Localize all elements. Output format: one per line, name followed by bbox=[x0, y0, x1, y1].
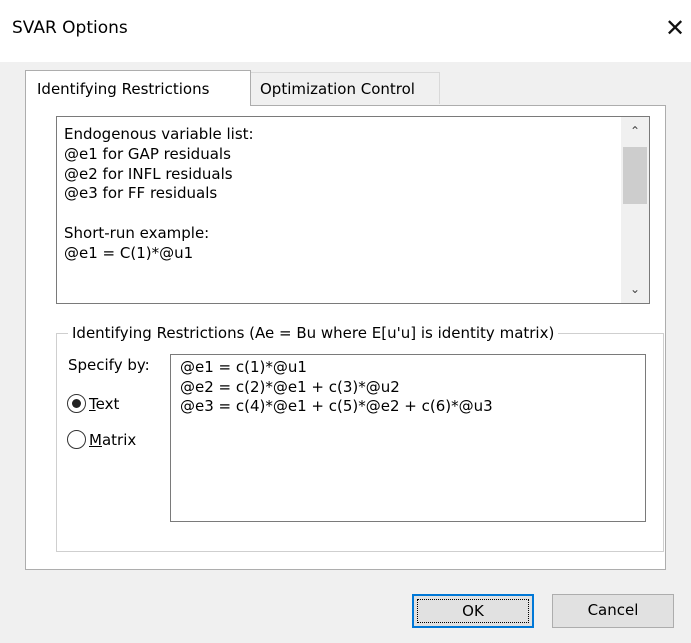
restrictions-lines: @e1 = c(1)*@u1 @e2 = c(2)*@e1 + c(3)*@u2… bbox=[180, 358, 493, 417]
radio-text[interactable]: Text bbox=[67, 394, 119, 413]
restriction-line: @e3 = c(4)*@e1 + c(5)*@e2 + c(6)*@u3 bbox=[180, 397, 493, 416]
info-line: @e1 for GAP residuals bbox=[64, 144, 231, 163]
scroll-up-icon[interactable]: ⌃ bbox=[621, 117, 649, 145]
restrictions-text-input[interactable]: @e1 = c(1)*@u1 @e2 = c(2)*@e1 + c(3)*@u2… bbox=[170, 354, 646, 522]
ok-button[interactable]: OK bbox=[412, 594, 534, 628]
radio-matrix[interactable]: Matrix bbox=[67, 430, 136, 449]
info-line: @e3 for FF residuals bbox=[64, 184, 218, 203]
variable-info-textbox[interactable]: Endogenous variable list: @e1 for GAP re… bbox=[56, 116, 650, 304]
info-line: Endogenous variable list: bbox=[64, 125, 254, 143]
restriction-line: @e1 = c(1)*@u1 bbox=[180, 358, 307, 376]
cancel-button[interactable]: Cancel bbox=[552, 594, 674, 628]
info-line bbox=[64, 204, 254, 224]
tab-identifying-restrictions[interactable]: Identifying Restrictions bbox=[25, 70, 251, 106]
info-line: @e1 = C(1)*@u1 bbox=[64, 243, 194, 262]
title-bar: SVAR Options ✕ bbox=[0, 0, 691, 62]
window-title: SVAR Options bbox=[12, 18, 128, 38]
scroll-down-icon[interactable]: ⌄ bbox=[621, 275, 649, 303]
scroll-thumb[interactable] bbox=[623, 147, 647, 204]
specify-by-label: Specify by: bbox=[68, 356, 150, 374]
group-legend: Identifying Restrictions (Ae = Bu where … bbox=[68, 322, 559, 344]
dialog-client: Identifying Restrictions Optimization Co… bbox=[0, 62, 691, 643]
tab-panel: Endogenous variable list: @e1 for GAP re… bbox=[25, 105, 666, 570]
radio-selected-icon[interactable] bbox=[67, 394, 86, 413]
radio-text-label: Text bbox=[89, 394, 120, 413]
variable-info-lines: Endogenous variable list: @e1 for GAP re… bbox=[64, 125, 254, 264]
info-line: @e2 for INFL residuals bbox=[64, 164, 233, 183]
radio-unselected-icon[interactable] bbox=[67, 430, 86, 449]
identifying-restrictions-group: Identifying Restrictions (Ae = Bu where … bbox=[56, 322, 664, 552]
close-icon[interactable]: ✕ bbox=[658, 12, 691, 44]
tab-optimization-control[interactable]: Optimization Control bbox=[250, 72, 440, 104]
radio-matrix-label: Matrix bbox=[89, 430, 137, 449]
focus-rect bbox=[417, 599, 529, 623]
info-line: Short-run example: bbox=[64, 223, 210, 242]
vertical-scrollbar[interactable]: ⌃ ⌄ bbox=[621, 117, 649, 303]
restriction-line: @e2 = c(2)*@e1 + c(3)*@u2 bbox=[180, 377, 400, 396]
